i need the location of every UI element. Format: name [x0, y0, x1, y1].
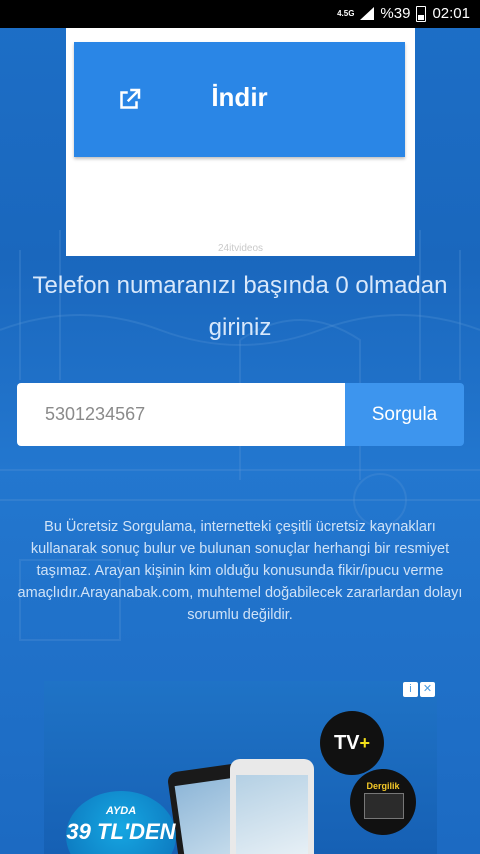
network-type: 4.5G	[337, 8, 355, 18]
signal-icon	[360, 7, 375, 20]
tv-plus-sign: +	[359, 733, 371, 753]
price-line-1: AYDA	[105, 805, 137, 817]
dergilik-icon	[364, 793, 404, 819]
price-line-2: 39 TL'DEN	[66, 819, 176, 844]
bottom-ad-banner[interactable]: i ✕ TV+ Dergilik AYDA 39 TL'DEN	[44, 681, 437, 854]
dergilik-label: Dergilik	[366, 781, 400, 791]
battery-icon	[416, 5, 427, 22]
search-button[interactable]: Sorgula	[345, 383, 464, 446]
download-button[interactable]: İndir	[74, 42, 405, 157]
price-badge: AYDA 39 TL'DEN	[66, 791, 176, 854]
tv-plus-logo: TV+	[320, 711, 384, 775]
ad-close-icon[interactable]: ✕	[420, 682, 435, 697]
ad-brand: 24itvideos	[217, 243, 264, 254]
status-bar: 4.5G %39 02:01	[0, 0, 480, 28]
tv-label: TV	[333, 732, 360, 754]
search-form: Sorgula	[17, 383, 464, 446]
phone-image-front	[230, 759, 314, 854]
top-ad-banner[interactable]: İndir 24itvideos	[66, 28, 415, 256]
instruction-text: Telefon numaranızı başında 0 olmadan gir…	[32, 272, 448, 341]
battery-percent: %39	[380, 5, 411, 22]
disclaimer-text: Bu Ücretsiz Sorgulama, internetteki çeşi…	[17, 519, 463, 623]
ad-controls: i ✕	[403, 682, 435, 697]
clock: 02:01	[432, 5, 470, 22]
dergilik-logo: Dergilik	[350, 769, 416, 835]
ad-info-icon[interactable]: i	[403, 682, 418, 697]
phone-input[interactable]	[17, 383, 345, 446]
download-label: İndir	[211, 82, 268, 112]
